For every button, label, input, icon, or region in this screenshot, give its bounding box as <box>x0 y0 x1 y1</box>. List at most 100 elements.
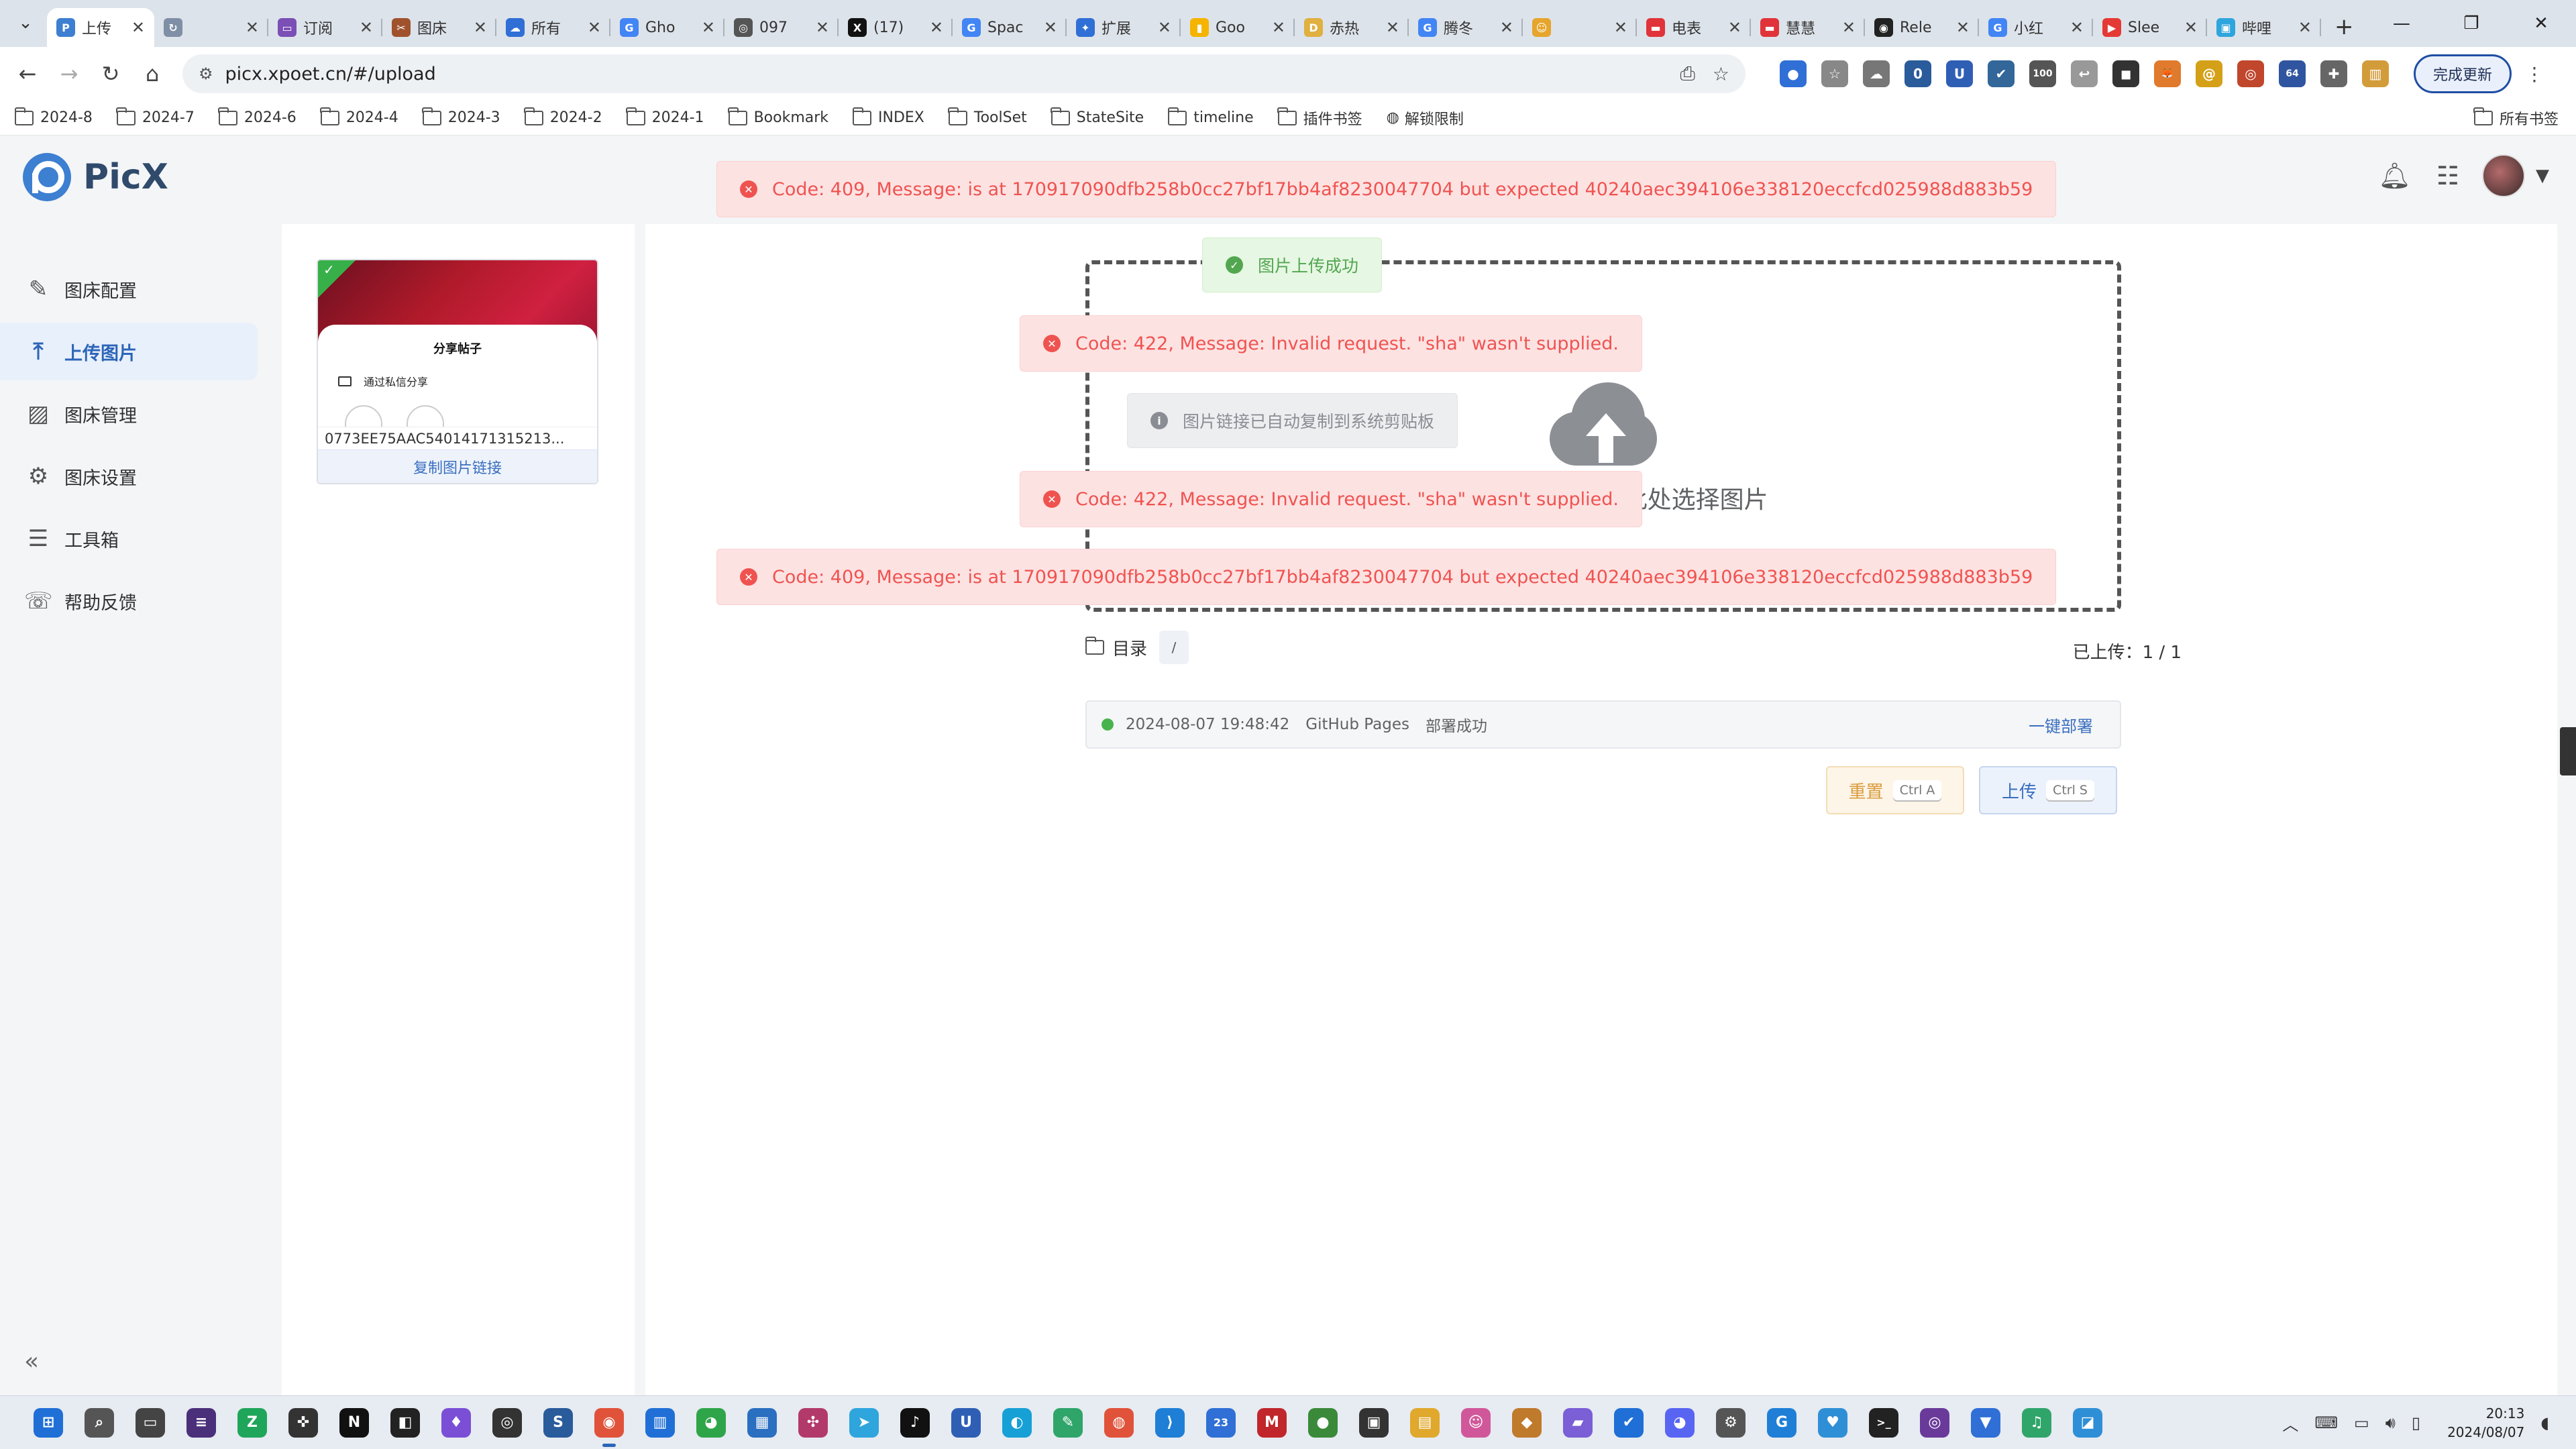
taskbar-app-icon[interactable]: ◆ <box>1512 1407 1542 1438</box>
bookmark-unlock[interactable]: ◍ 解锁限制 <box>1387 107 1464 129</box>
new-tab-button[interactable]: + <box>2334 13 2354 40</box>
image-thumbnail[interactable]: 分享帖子 通过私信分享 ✓ <box>318 260 597 427</box>
directory-selector[interactable]: 目录 / <box>1085 631 1189 664</box>
browser-tab[interactable]: ▬ 慧慧 ✕ <box>1751 8 1865 47</box>
taskbar-app-icon[interactable]: ✜ <box>288 1407 318 1438</box>
bookmark-star-icon[interactable]: ☆ <box>1713 63 1729 85</box>
taskbar-app-icon[interactable]: G <box>1767 1407 1796 1438</box>
bookmark-folder[interactable]: 2024-4 <box>320 107 398 126</box>
taskbar-app-icon[interactable]: ◐ <box>1002 1407 1032 1438</box>
bookmark-folder[interactable]: INDEX <box>852 107 924 126</box>
sidebar-item[interactable]: ⤒ 上传图片 <box>0 323 258 380</box>
reload-button[interactable]: ↻ <box>90 53 131 95</box>
speaker-icon[interactable]: 🔊︎ <box>2385 1413 2396 1432</box>
taskbar-app-icon[interactable]: ▭ <box>136 1407 165 1438</box>
extension-icon[interactable]: @ <box>2196 60 2222 87</box>
sidebar-item[interactable]: ▨ 图床管理 <box>0 385 258 443</box>
tab-close-icon[interactable]: ✕ <box>131 18 145 37</box>
chevron-up-icon[interactable]: ︿ <box>2282 1411 2298 1435</box>
monitor-icon[interactable]: ▭ <box>2354 1413 2369 1432</box>
one-click-deploy-button[interactable]: 一键部署 <box>2029 713 2093 737</box>
tab-close-icon[interactable]: ✕ <box>360 18 373 37</box>
taskbar-app-icon[interactable]: ♪ <box>900 1407 930 1438</box>
bookmark-folder[interactable]: timeline <box>1167 107 1254 126</box>
taskbar-app-icon[interactable]: ◍ <box>1104 1407 1134 1438</box>
extension-icon[interactable]: U <box>1946 60 1973 87</box>
browser-tab[interactable]: ☁ 所有 ✕ <box>496 8 610 47</box>
user-avatar[interactable] <box>2482 154 2525 197</box>
browser-tab[interactable]: ◎ 097 ✕ <box>724 8 839 47</box>
taskbar-app-icon[interactable]: ➤ <box>849 1407 879 1438</box>
bookmark-folder[interactable]: 2024-3 <box>422 107 500 126</box>
bookmark-folder[interactable]: 2024-7 <box>116 107 195 126</box>
app-logo[interactable]: PicX <box>23 153 168 201</box>
taskbar-app-icon[interactable]: ▼ <box>1971 1407 2000 1438</box>
tab-close-icon[interactable]: ✕ <box>474 18 487 37</box>
taskbar-app-icon[interactable]: ⌕ <box>85 1407 114 1438</box>
bookmark-folder[interactable]: StateSite <box>1051 107 1144 126</box>
extension-icon[interactable]: ◎ <box>2237 60 2264 87</box>
taskbar-app-icon[interactable]: ✔ <box>1614 1407 1644 1438</box>
tab-close-icon[interactable]: ✕ <box>816 18 829 37</box>
tab-close-icon[interactable]: ✕ <box>2070 18 2084 37</box>
bell-icon[interactable]: 🔔︎ <box>2379 161 2411 191</box>
taskbar-app-icon[interactable]: ◧ <box>390 1407 420 1438</box>
tab-close-icon[interactable]: ✕ <box>1956 18 1970 37</box>
extension-icon[interactable]: ● <box>1780 60 1807 87</box>
tab-close-icon[interactable]: ✕ <box>1500 18 1513 37</box>
restore-icon[interactable]: ❐ <box>2436 0 2506 47</box>
tab-close-icon[interactable]: ✕ <box>1614 18 1627 37</box>
taskbar-app-icon[interactable]: Z <box>237 1407 267 1438</box>
browser-tab[interactable]: ▣ 哔哩 ✕ <box>2207 8 2321 47</box>
taskbar-app-icon[interactable]: ▤ <box>1410 1407 1440 1438</box>
tab-close-icon[interactable]: ✕ <box>1158 18 1171 37</box>
taskbar-app-icon[interactable]: ♥ <box>1818 1407 1847 1438</box>
browser-tab[interactable]: ▶ Slee ✕ <box>2093 8 2207 47</box>
input-method-icon[interactable]: ⌨ <box>2314 1413 2338 1432</box>
taskbar-app-icon[interactable]: U <box>951 1407 981 1438</box>
tab-close-icon[interactable]: ✕ <box>2184 18 2198 37</box>
url-omnibox[interactable]: ⚙ picx.xpoet.cn/#/upload ⎙ ☆ <box>182 54 1746 93</box>
copy-image-link-button[interactable]: 复制图片链接 <box>318 449 597 483</box>
browser-tab[interactable]: ✦ 扩展 ✕ <box>1067 8 1181 47</box>
taskbar-app-icon[interactable]: ☺ <box>1461 1407 1491 1438</box>
taskbar-app-icon[interactable]: ✎ <box>1053 1407 1083 1438</box>
settings-sliders-icon[interactable]: ☷ <box>2436 161 2459 191</box>
install-app-icon[interactable]: ⎙ <box>1680 62 1695 85</box>
browser-tab[interactable]: G Spac ✕ <box>953 8 1067 47</box>
taskbar-app-icon[interactable]: S <box>543 1407 573 1438</box>
directory-path[interactable]: / <box>1159 631 1189 664</box>
tab-close-icon[interactable]: ✕ <box>1272 18 1285 37</box>
browser-tab[interactable]: G 腾冬 ✕ <box>1409 8 1523 47</box>
taskbar-app-icon[interactable]: ▦ <box>747 1407 777 1438</box>
browser-tab[interactable]: ↻ ✕ <box>154 8 268 47</box>
tab-close-icon[interactable]: ✕ <box>588 18 601 37</box>
sidebar-item[interactable]: ✎ 图床配置 <box>0 260 258 318</box>
taskbar-app-icon[interactable]: 23 <box>1206 1407 1236 1438</box>
tab-search-button[interactable]: ⌄ <box>9 7 42 39</box>
collapse-sidebar-icon[interactable]: « <box>24 1348 39 1375</box>
extension-icon[interactable]: ✔ <box>1988 60 2015 87</box>
taskbar-app-icon[interactable]: >_ <box>1869 1407 1898 1438</box>
more-menu-icon[interactable]: ⋮ <box>2525 63 2544 85</box>
browser-tab[interactable]: X (17) ✕ <box>839 8 953 47</box>
extension-icon[interactable]: ☆ <box>1821 60 1848 87</box>
tab-close-icon[interactable]: ✕ <box>1728 18 1741 37</box>
uploaded-image-card[interactable]: 分享帖子 通过私信分享 ✓ 0773EE75AAC54014171315213.… <box>317 259 598 484</box>
caret-down-icon[interactable]: ▼ <box>2536 166 2549 186</box>
bookmark-folder[interactable]: 插件书签 <box>1277 107 1362 129</box>
forward-button[interactable]: → <box>48 53 90 95</box>
taskbar-app-icon[interactable]: ◉ <box>594 1407 624 1447</box>
taskbar-app-icon[interactable]: M <box>1257 1407 1287 1438</box>
tab-close-icon[interactable]: ✕ <box>930 18 943 37</box>
taskbar-app-icon[interactable]: ▰ <box>1563 1407 1593 1438</box>
sidebar-item[interactable]: ☰ 工具箱 <box>0 510 258 568</box>
taskbar-app-icon[interactable]: ⚙ <box>1716 1407 1746 1438</box>
taskbar-app-icon[interactable]: ◎ <box>1920 1407 1949 1438</box>
tab-close-icon[interactable]: ✕ <box>2298 18 2312 37</box>
complete-update-button[interactable]: 完成更新 <box>2414 54 2512 93</box>
taskbar-app-icon[interactable]: N <box>339 1407 369 1438</box>
extension-icon[interactable]: 0 <box>1904 60 1931 87</box>
taskbar-app-icon[interactable]: ⟩ <box>1155 1407 1185 1438</box>
extension-icon[interactable]: ▥ <box>2362 60 2389 87</box>
